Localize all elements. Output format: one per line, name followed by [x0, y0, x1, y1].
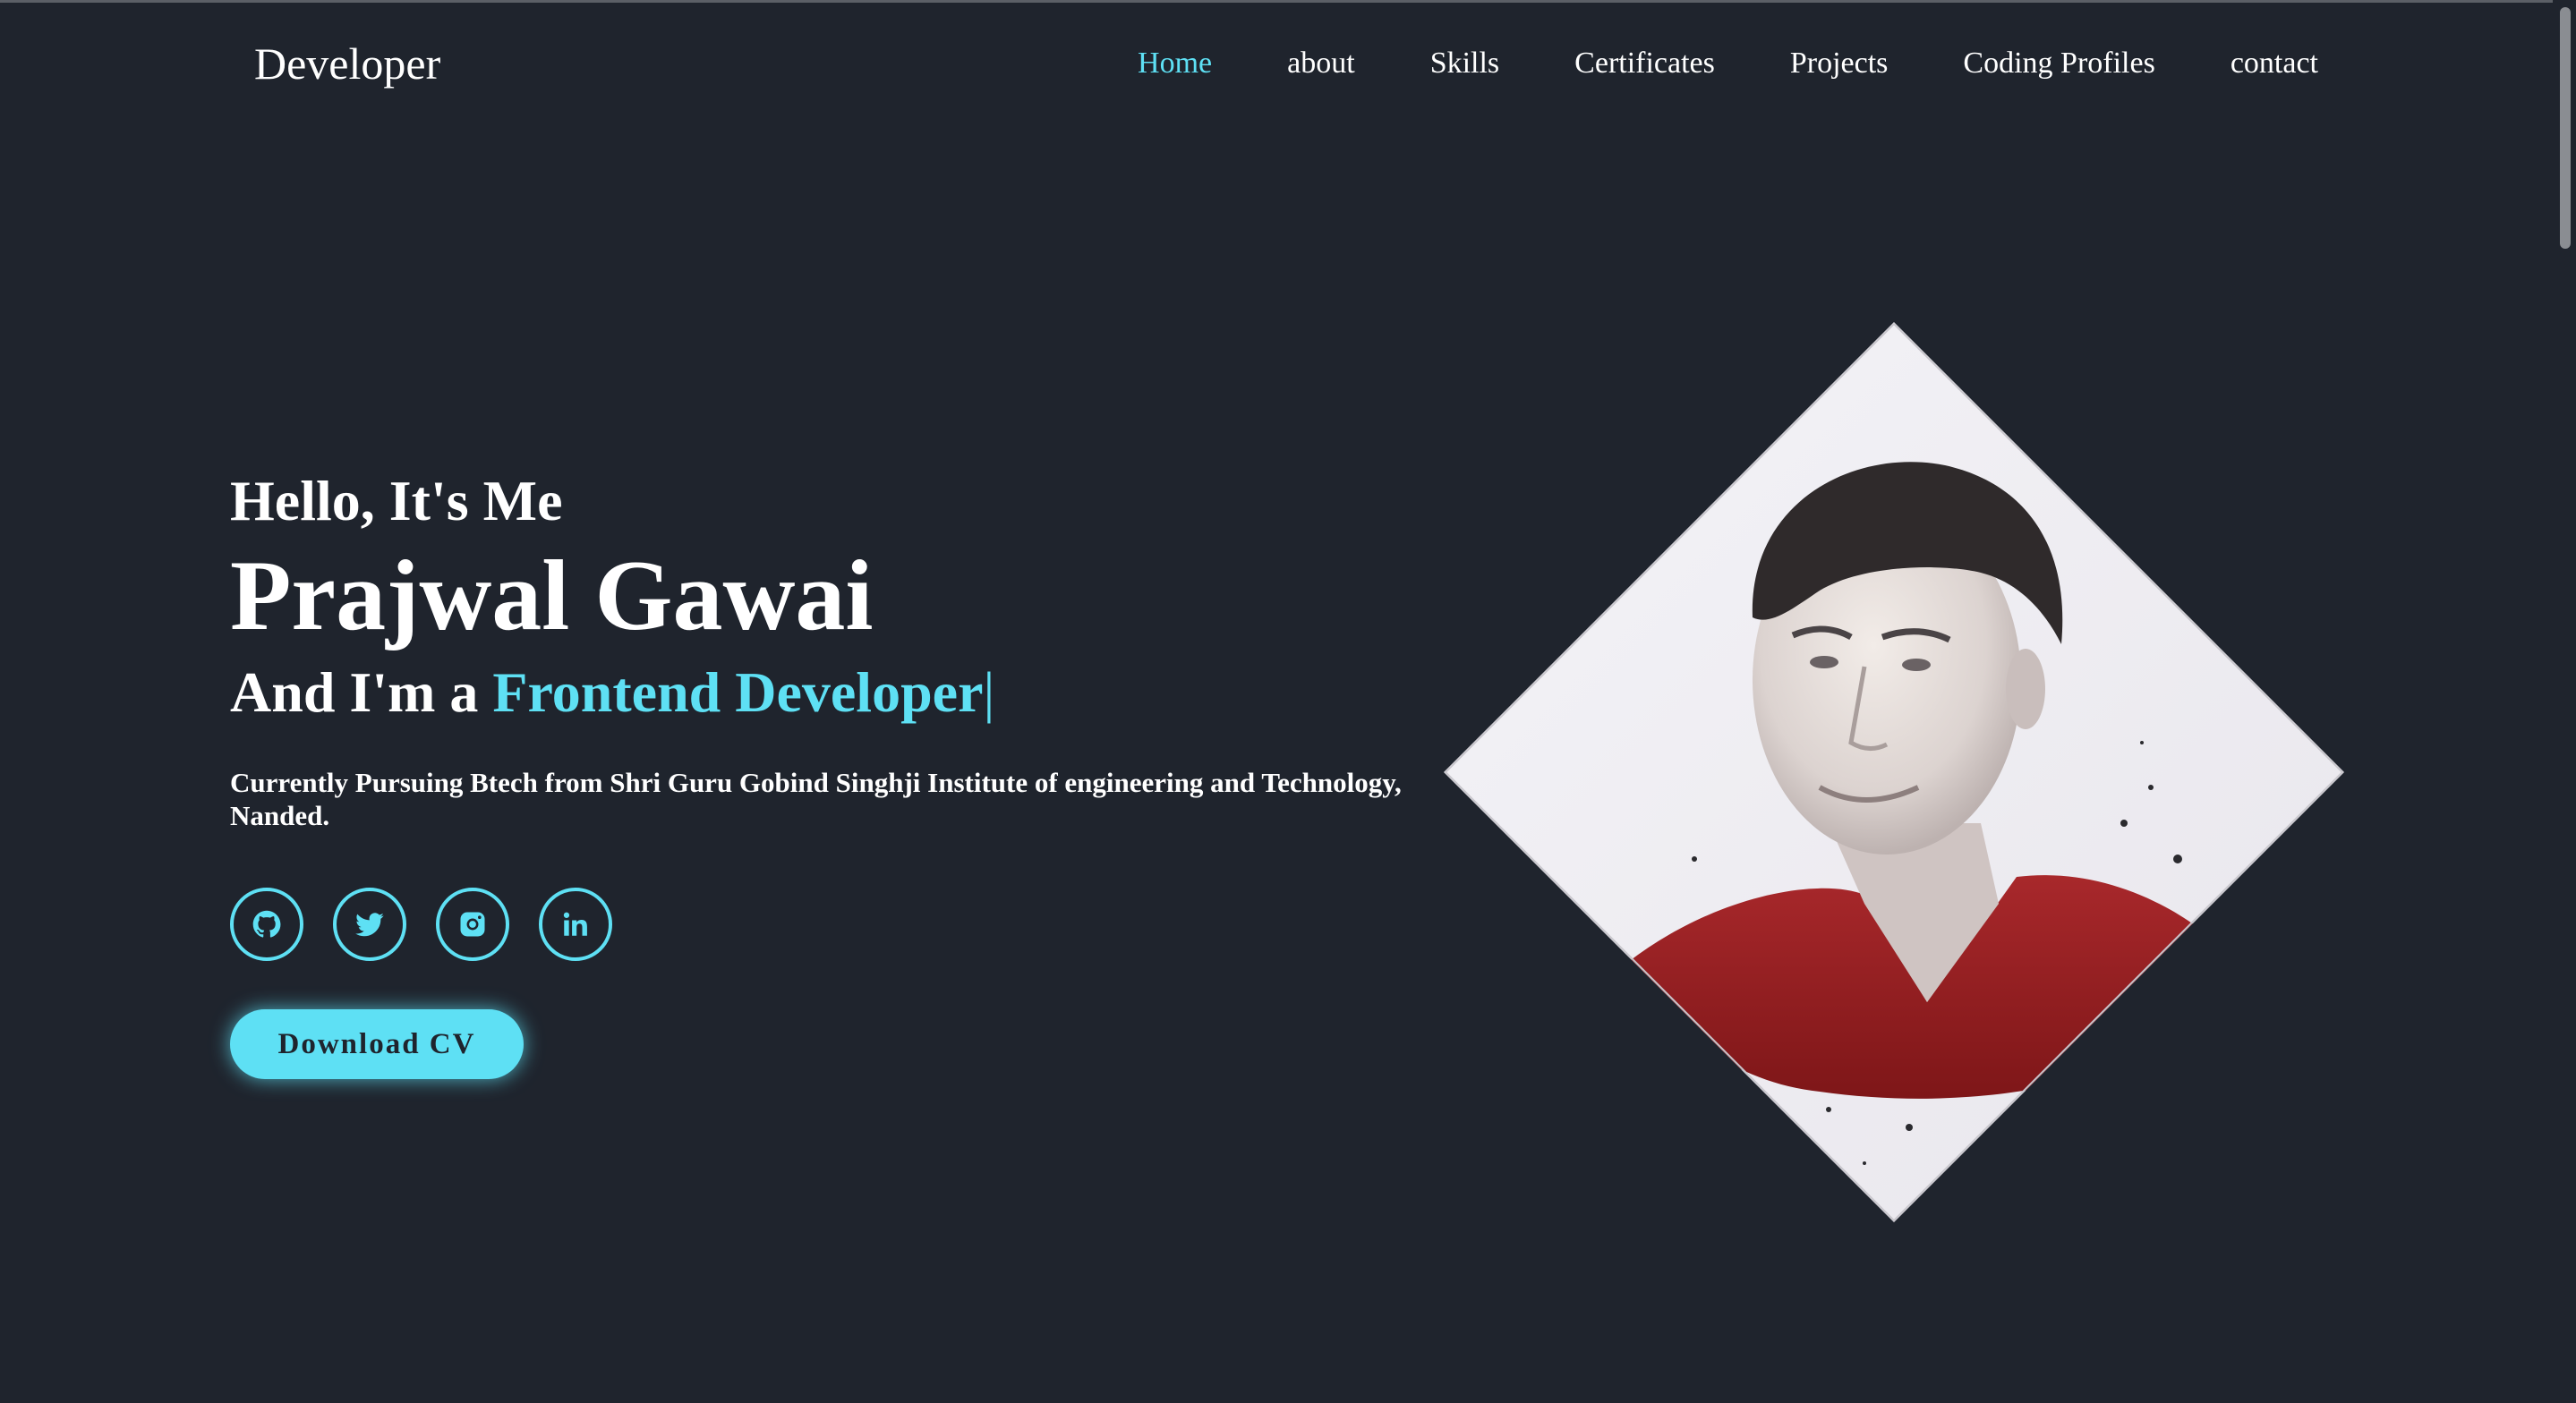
instagram-icon — [456, 908, 489, 940]
github-link[interactable] — [230, 888, 303, 961]
scrollbar-thumb[interactable] — [2560, 7, 2571, 249]
profile-image — [1444, 322, 2344, 1222]
hero-greeting: Hello, It's Me — [230, 469, 563, 532]
nav-item-about[interactable]: about — [1287, 41, 1355, 86]
nav-item-skills[interactable]: Skills — [1430, 41, 1499, 86]
typing-cursor: | — [983, 660, 995, 724]
role-highlight: Frontend Developer — [492, 660, 984, 724]
nav-item-coding-profiles[interactable]: Coding Profiles — [1963, 41, 2154, 86]
nav-item-certificates[interactable]: Certificates — [1574, 41, 1715, 86]
twitter-icon — [354, 908, 386, 940]
scrollbar[interactable] — [2553, 0, 2576, 1403]
hero-name: Prajwal Gawai — [230, 540, 874, 651]
hero-description: Currently Pursuing Btech from Shri Guru … — [230, 767, 1402, 831]
hero-content: Hello, It's Me Prajwal Gawai And I'm a F… — [230, 465, 1465, 1079]
linkedin-link[interactable] — [539, 888, 612, 961]
hero-role: And I'm a Frontend Developer| — [230, 655, 1465, 730]
github-icon — [251, 908, 283, 940]
linkedin-icon — [559, 908, 592, 940]
download-cv-button[interactable]: Download CV — [230, 1009, 524, 1079]
role-prefix: And I'm a — [230, 660, 493, 724]
nav-item-projects[interactable]: Projects — [1790, 41, 1889, 86]
social-links — [230, 888, 1465, 961]
nav-item-home[interactable]: Home — [1138, 41, 1212, 86]
main-nav: Home about Skills Certificates Projects … — [1062, 41, 2318, 86]
site-header: Developer Home about Skills Certificates… — [0, 0, 2576, 125]
nav-item-contact[interactable]: contact — [2231, 41, 2318, 86]
twitter-link[interactable] — [333, 888, 406, 961]
site-logo[interactable]: Developer — [254, 34, 440, 93]
instagram-link[interactable] — [436, 888, 509, 961]
